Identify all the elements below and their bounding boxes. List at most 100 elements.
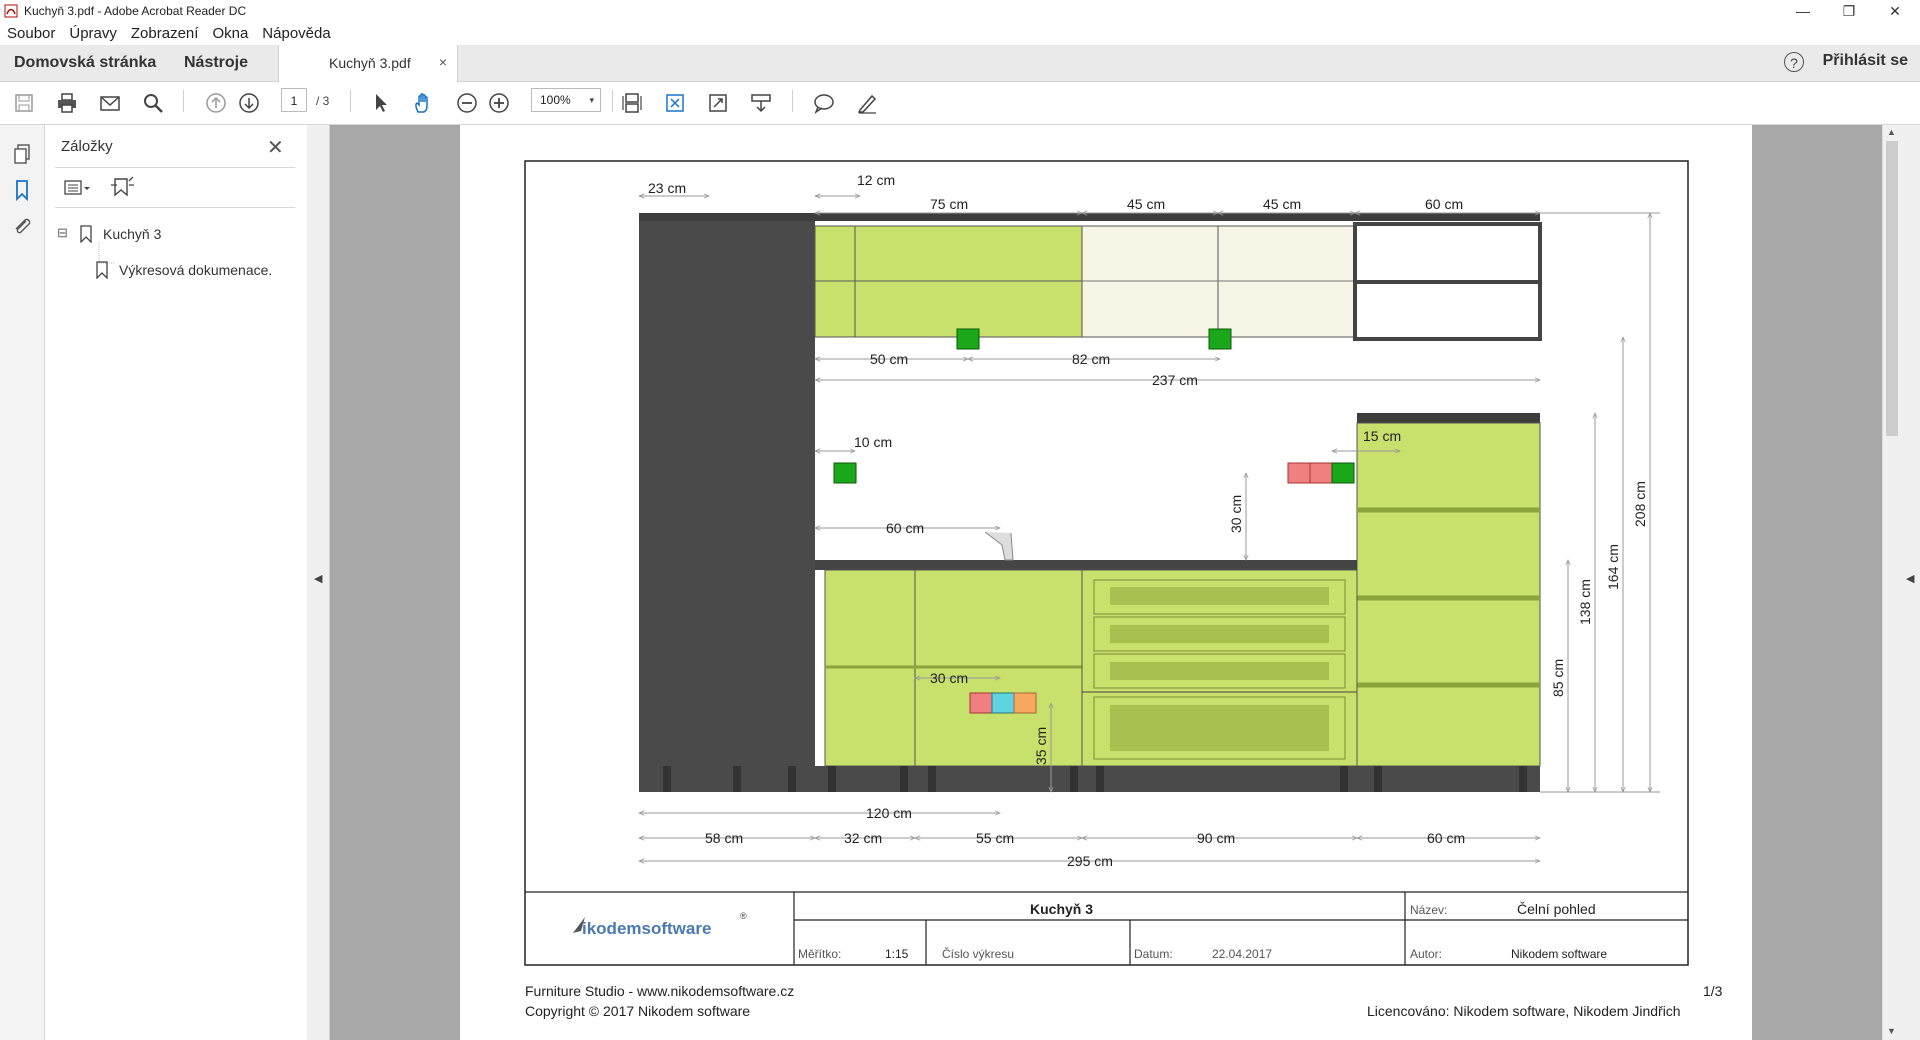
dim-label: 120 cm [866,805,912,821]
zoom-out-icon[interactable] [454,90,480,116]
page-number-input[interactable]: 1 [281,88,307,112]
collapse-toggle[interactable]: ⊟ [57,225,68,241]
close-icon[interactable]: ✕ [267,135,284,160]
sign-icon[interactable] [854,90,880,116]
socket-marker [991,692,1015,714]
tab-close-icon[interactable]: × [439,54,447,70]
drawer-4-handle [1110,705,1329,751]
dim-label: 164 cm [1605,544,1621,590]
window-title: Kuchyň 3.pdf - Adobe Acrobat Reader DC [24,4,247,18]
chevron-left-icon: ◀ [1906,573,1915,585]
logo-text: ikodemsoftware [582,919,711,938]
prev-page-icon[interactable] [203,90,229,116]
socket-marker [969,692,993,714]
scroll-thumb[interactable] [1886,141,1898,436]
tab-home[interactable]: Domovská stránka [14,45,156,81]
socket-marker [1013,692,1037,714]
divider [55,167,295,168]
right-pane-handle[interactable]: ◀ [1901,125,1920,1040]
plinth [639,766,1540,792]
bookmark-options-icon[interactable] [63,177,91,199]
dim-label: 208 cm [1632,481,1648,527]
zoom-in-icon[interactable] [486,90,512,116]
dim-label: 60 cm [1427,830,1465,846]
dim-label: 82 cm [1072,351,1110,367]
menu-edit[interactable]: Úpravy [62,22,124,45]
title-bar: Kuchyň 3.pdf - Adobe Acrobat Reader DC —… [0,0,1920,22]
logo: ikodemsoftware ® [573,911,747,938]
new-bookmark-icon[interactable] [109,175,135,201]
email-icon[interactable] [97,90,123,116]
left-rail [0,125,45,1040]
dim-label: 60 cm [886,520,924,536]
signin-button[interactable]: Přihlásit se [1823,52,1908,70]
footer-license: Licencováno: Nikodem software, Nikodem J… [1367,1003,1681,1019]
bookmark-icon [80,225,92,243]
fit-page-icon[interactable] [662,90,688,116]
tab-document[interactable]: Kuchyň 3.pdf × [278,45,458,82]
next-page-icon[interactable] [236,90,262,116]
bookmark-item-dokumentace[interactable]: Výkresová dokumenace. [119,262,272,278]
countertop [815,560,1357,570]
save-icon[interactable] [11,90,37,116]
vertical-scrollbar[interactable]: ▲ ▼ [1882,125,1901,1040]
drawing-name: Kuchyň 3 [1030,901,1093,917]
full-screen-icon[interactable] [705,90,731,116]
divider [55,207,295,208]
value-author: Nikodem software [1511,947,1607,961]
lamp-marker [1208,328,1232,350]
scroll-mode-icon[interactable] [619,90,645,116]
lamp-marker [956,328,980,350]
page-display-icon[interactable] [748,90,774,116]
toolbar-separator [612,90,613,112]
logo-registered: ® [740,911,747,921]
socket-marker [833,462,857,484]
socket-marker [1331,462,1355,484]
bookmarks-header: Záložky [61,138,113,155]
hand-icon[interactable] [410,90,436,116]
dim-label: 295 cm [1067,853,1113,869]
comment-icon[interactable] [811,90,837,116]
dim-label: 30 cm [930,670,968,686]
search-icon[interactable] [140,90,166,116]
faucet [984,531,1014,561]
close-window-button[interactable]: ✕ [1872,0,1918,22]
menu-file[interactable]: Soubor [0,22,62,45]
tab-tools[interactable]: Nástroje [184,45,248,81]
dim-label: 60 cm [1425,196,1463,212]
menu-help[interactable]: Nápověda [255,22,337,45]
dim-label: 75 cm [930,196,968,212]
chevron-down-icon: ▾ [589,95,594,105]
document-canvas[interactable]: 23 cm 12 cm 75 cm 45 cm 45 cm 60 cm 50 c… [330,125,1882,1040]
print-icon[interactable] [54,90,80,116]
zoom-select[interactable]: 100% ▾ [531,88,601,112]
tab-document-label: Kuchyň 3.pdf [329,55,411,71]
nav-collapse-handle[interactable]: ◀ [307,125,330,1040]
scroll-up-icon[interactable]: ▲ [1887,127,1896,137]
dim-label: 23 cm [648,180,686,196]
label-date: Datum: [1134,947,1173,961]
scroll-down-icon[interactable]: ▼ [1887,1026,1896,1036]
chevron-left-icon: ◀ [314,573,323,585]
label-scale: Měřítko: [798,947,841,961]
bookmark-panel-icon[interactable] [11,179,33,201]
minimize-button[interactable]: — [1780,0,1826,22]
menu-window[interactable]: Okna [205,22,255,45]
help-icon[interactable]: ? [1784,52,1804,72]
drawer-1-handle [1110,587,1329,605]
menu-view[interactable]: Zobrazení [124,22,206,45]
dim-label: 35 cm [1033,727,1049,765]
attachments-icon[interactable] [11,215,33,237]
tab-bar: Domovská stránka Nástroje Kuchyň 3.pdf ×… [0,45,1920,82]
toolbar-separator [792,90,793,112]
page-thumbnails-icon[interactable] [11,143,33,165]
value-name: Čelní pohled [1517,901,1596,917]
select-icon[interactable] [368,90,394,116]
toolbar-separator [350,90,351,112]
kitchen-drawing: 23 cm 12 cm 75 cm 45 cm 45 cm 60 cm 50 c… [524,160,1689,966]
restore-button[interactable]: ❐ [1826,0,1872,22]
acrobat-icon [4,4,18,18]
footer-studio: Furniture Studio - www.nikodemsoftware.c… [525,983,795,999]
bookmark-item-kuchyn[interactable]: Kuchyň 3 [103,226,161,242]
label-author: Autor: [1410,947,1442,961]
